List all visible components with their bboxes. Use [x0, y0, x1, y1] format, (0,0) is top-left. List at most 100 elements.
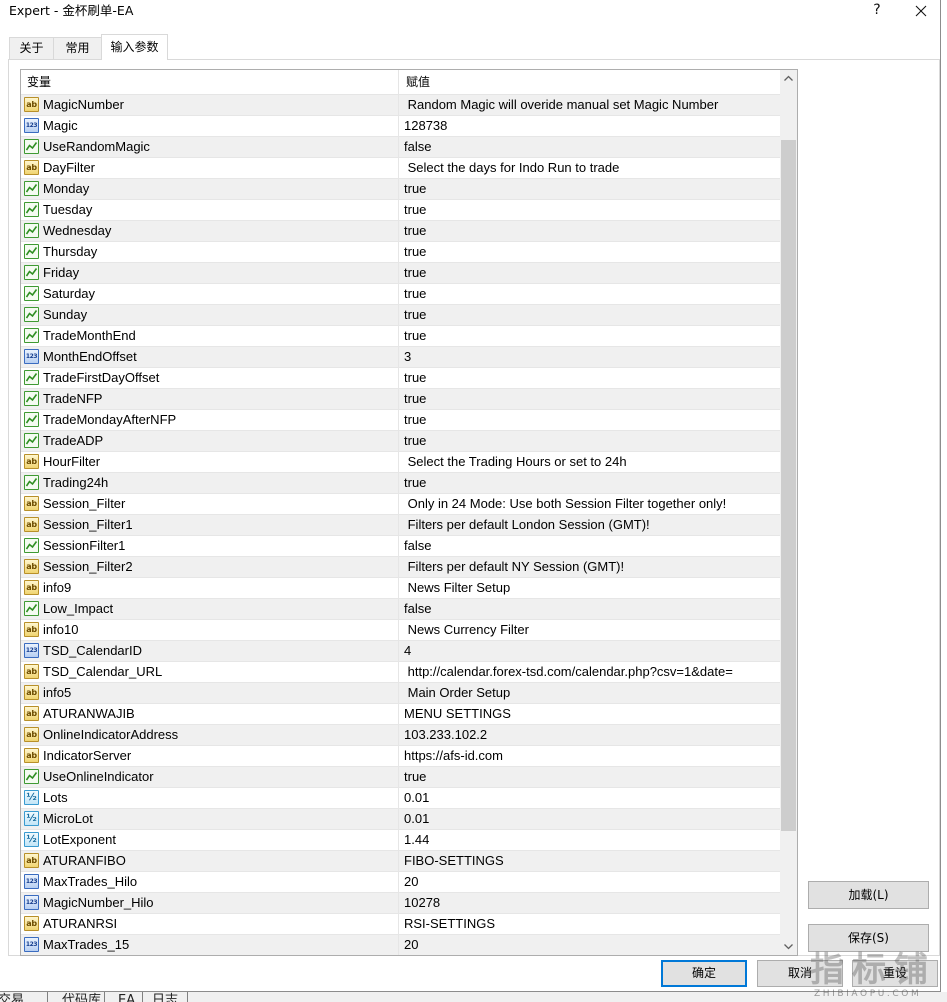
param-value[interactable]: Filters per default NY Session (GMT)! [399, 557, 780, 577]
param-name-cell[interactable]: TradeADP [21, 431, 399, 451]
help-button[interactable]: ? [866, 0, 888, 22]
param-value[interactable]: true [399, 368, 780, 388]
param-name-cell[interactable]: MicroLot [21, 809, 399, 829]
param-row[interactable]: MaxTrades_Hilo 20 [21, 872, 780, 893]
param-value[interactable]: true [399, 473, 780, 493]
param-row[interactable]: LotExponent 1.44 [21, 830, 780, 851]
param-row[interactable]: Lots 0.01 [21, 788, 780, 809]
param-name-cell[interactable]: UseRandomMagic [21, 137, 399, 157]
ok-button[interactable]: 确定 [661, 960, 747, 987]
tab-about[interactable]: 关于 [9, 37, 54, 59]
param-row[interactable]: ATURANWAJIB MENU SETTINGS [21, 704, 780, 725]
tab-common[interactable]: 常用 [53, 37, 102, 59]
param-row[interactable]: Wednesday true [21, 221, 780, 242]
param-name-cell[interactable]: TSD_CalendarID [21, 641, 399, 661]
param-value[interactable]: 10278 [399, 893, 780, 913]
param-name-cell[interactable]: ATURANFIBO [21, 851, 399, 871]
param-value[interactable]: true [399, 200, 780, 220]
param-row[interactable]: UseRandomMagic false [21, 137, 780, 158]
param-value[interactable]: true [399, 179, 780, 199]
param-name-cell[interactable]: TradeMondayAfterNFP [21, 410, 399, 430]
param-name-cell[interactable]: Session_Filter1 [21, 515, 399, 535]
param-value[interactable]: http://calendar.forex-tsd.com/calendar.p… [399, 662, 780, 682]
param-value[interactable]: FIBO-SETTINGS [399, 851, 780, 871]
param-name-cell[interactable]: TradeMonthEnd [21, 326, 399, 346]
param-name-cell[interactable]: LotExponent [21, 830, 399, 850]
param-value[interactable]: Random Magic will overide manual set Mag… [399, 95, 780, 115]
param-name-cell[interactable]: HourFilter [21, 452, 399, 472]
param-row[interactable]: MagicNumber_Hilo 10278 [21, 893, 780, 914]
param-value[interactable]: true [399, 221, 780, 241]
param-name-cell[interactable]: Wednesday [21, 221, 399, 241]
chevron-up-icon[interactable] [780, 70, 797, 87]
param-name-cell[interactable]: TradeFirstDayOffset [21, 368, 399, 388]
param-value[interactable]: Select the days for Indo Run to trade [399, 158, 780, 178]
cancel-button[interactable]: 取消 [757, 960, 843, 987]
param-row[interactable]: TradeMondayAfterNFP true [21, 410, 780, 431]
param-name-cell[interactable]: Low_Impact [21, 599, 399, 619]
param-row[interactable]: Tuesday true [21, 200, 780, 221]
param-row[interactable]: Saturday true [21, 284, 780, 305]
background-tab-log[interactable]: 日志 [152, 993, 178, 1002]
param-row[interactable]: Thursday true [21, 242, 780, 263]
param-name-cell[interactable]: info5 [21, 683, 399, 703]
chevron-down-icon[interactable] [780, 938, 797, 955]
param-name-cell[interactable]: Session_Filter [21, 494, 399, 514]
param-row[interactable]: TradeMonthEnd true [21, 326, 780, 347]
param-value[interactable]: 20 [399, 872, 780, 892]
param-name-cell[interactable]: ATURANWAJIB [21, 704, 399, 724]
param-name-cell[interactable]: info9 [21, 578, 399, 598]
param-name-cell[interactable]: Session_Filter2 [21, 557, 399, 577]
param-row[interactable]: UseOnlineIndicator true [21, 767, 780, 788]
param-value[interactable]: true [399, 389, 780, 409]
reset-button[interactable]: 重设 [852, 960, 938, 987]
param-value[interactable]: RSI-SETTINGS [399, 914, 780, 934]
param-name-cell[interactable]: ATURANRSI [21, 914, 399, 934]
param-value[interactable]: Select the Trading Hours or set to 24h [399, 452, 780, 472]
scrollbar-thumb[interactable] [781, 140, 796, 831]
param-row[interactable]: Monday true [21, 179, 780, 200]
param-value[interactable]: https://afs-id.com [399, 746, 780, 766]
param-name-cell[interactable]: Saturday [21, 284, 399, 304]
param-row[interactable]: SessionFilter1 false [21, 536, 780, 557]
param-row[interactable]: MonthEndOffset 3 [21, 347, 780, 368]
param-row[interactable]: Friday true [21, 263, 780, 284]
column-header-variable[interactable]: 变量 [21, 70, 399, 94]
param-value[interactable]: News Filter Setup [399, 578, 780, 598]
param-name-cell[interactable]: SessionFilter1 [21, 536, 399, 556]
param-name-cell[interactable]: TradeNFP [21, 389, 399, 409]
param-row[interactable]: HourFilter Select the Trading Hours or s… [21, 452, 780, 473]
param-row[interactable]: Sunday true [21, 305, 780, 326]
column-header-value[interactable]: 赋值 [399, 70, 780, 94]
param-value[interactable]: Only in 24 Mode: Use both Session Filter… [399, 494, 780, 514]
param-value[interactable]: 128738 [399, 116, 780, 136]
param-row[interactable]: TSD_CalendarID 4 [21, 641, 780, 662]
param-row[interactable]: Session_Filter Only in 24 Mode: Use both… [21, 494, 780, 515]
param-row[interactable]: MaxTrades_15 20 [21, 935, 780, 955]
param-row[interactable]: TSD_Calendar_URL http://calendar.forex-t… [21, 662, 780, 683]
param-value[interactable]: true [399, 326, 780, 346]
param-row[interactable]: TradeNFP true [21, 389, 780, 410]
param-name-cell[interactable]: TSD_Calendar_URL [21, 662, 399, 682]
load-button[interactable]: 加载(L) [808, 881, 929, 909]
param-value[interactable]: true [399, 263, 780, 283]
param-value[interactable]: true [399, 242, 780, 262]
param-row[interactable]: Low_Impact false [21, 599, 780, 620]
param-row[interactable]: TradeFirstDayOffset true [21, 368, 780, 389]
param-row[interactable]: Session_Filter1 Filters per default Lond… [21, 515, 780, 536]
param-name-cell[interactable]: OnlineIndicatorAddress [21, 725, 399, 745]
save-button[interactable]: 保存(S) [808, 924, 929, 952]
param-value[interactable]: 3 [399, 347, 780, 367]
param-row[interactable]: DayFilter Select the days for Indo Run t… [21, 158, 780, 179]
param-value[interactable]: Main Order Setup [399, 683, 780, 703]
tab-inputs[interactable]: 输入参数 [101, 34, 168, 60]
param-row[interactable]: MagicNumber Random Magic will overide ma… [21, 95, 780, 116]
param-row[interactable]: Session_Filter2 Filters per default NY S… [21, 557, 780, 578]
param-value[interactable]: 20 [399, 935, 780, 955]
param-name-cell[interactable]: Trading24h [21, 473, 399, 493]
param-value[interactable]: true [399, 284, 780, 304]
param-row[interactable]: info9 News Filter Setup [21, 578, 780, 599]
param-value[interactable]: 4 [399, 641, 780, 661]
param-row[interactable]: Trading24h true [21, 473, 780, 494]
vertical-scrollbar[interactable] [780, 70, 797, 955]
